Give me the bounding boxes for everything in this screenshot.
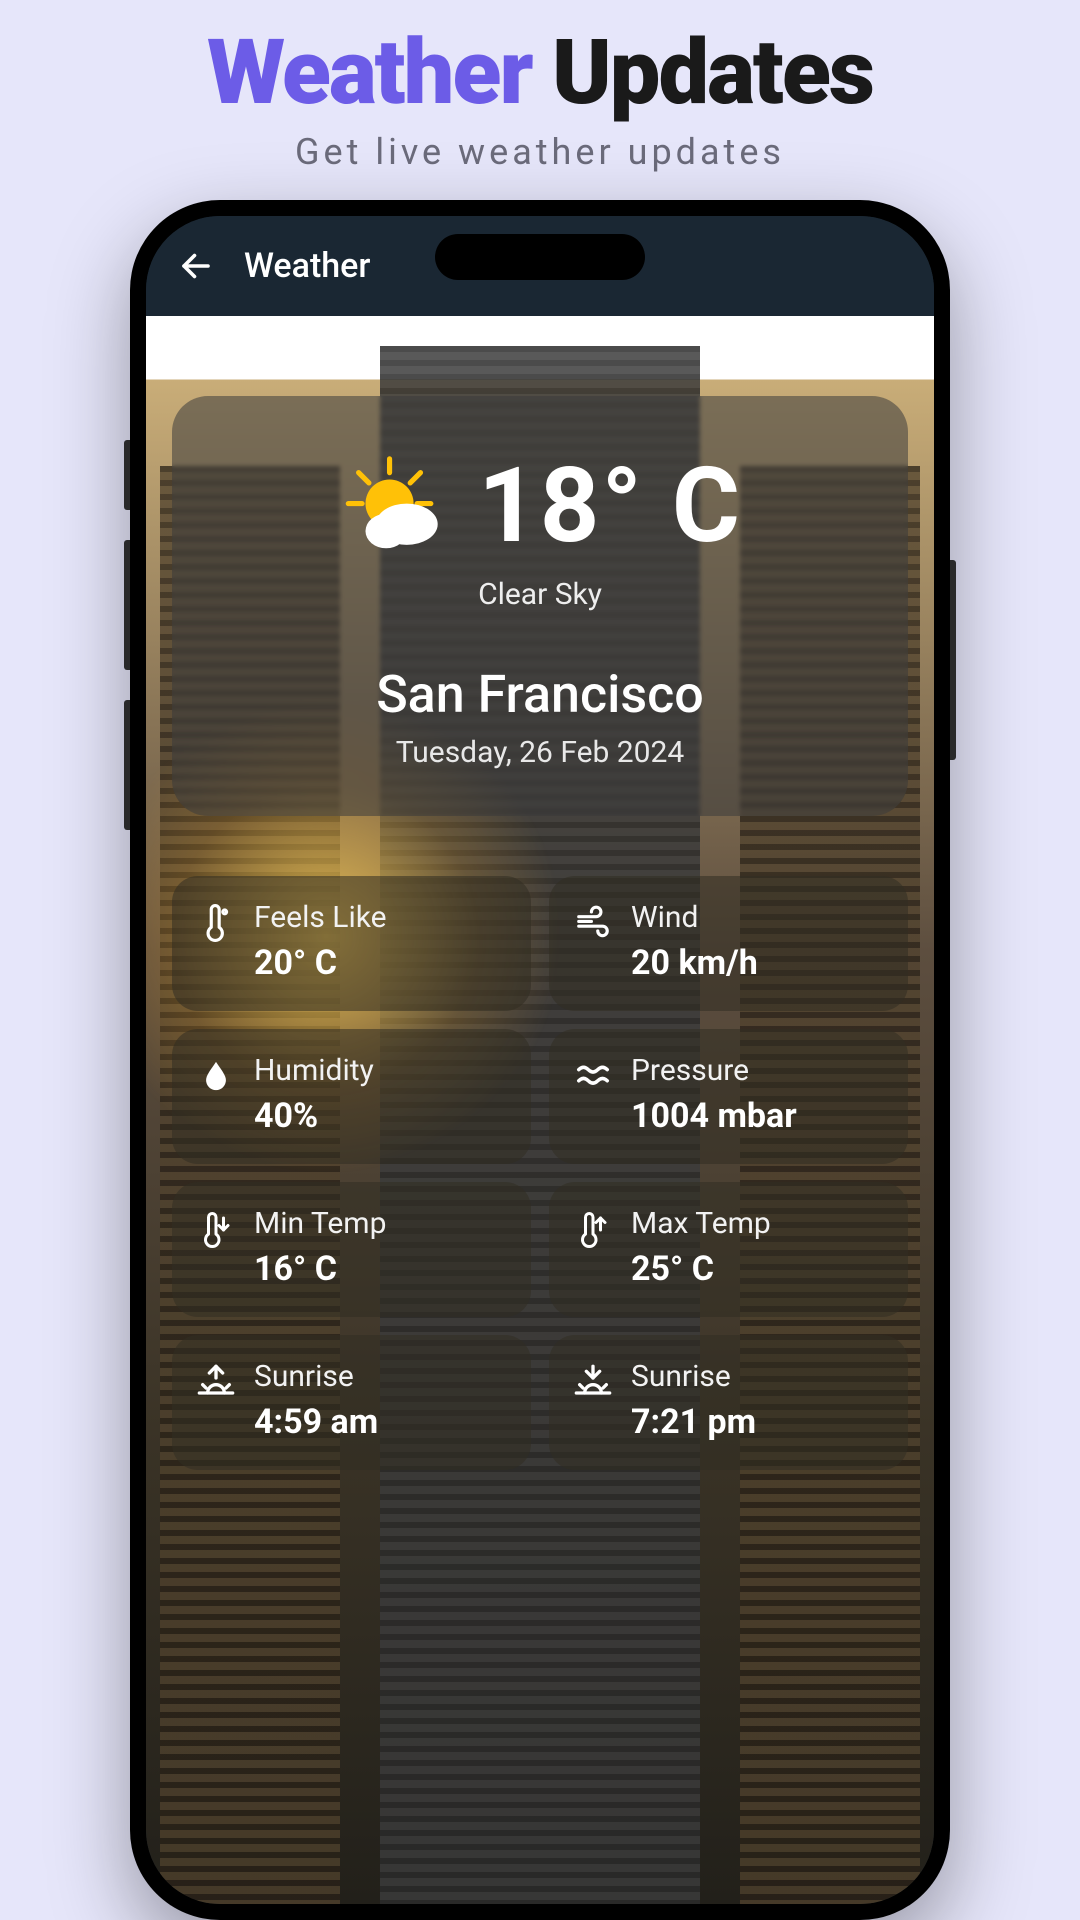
tile-label: Humidity xyxy=(254,1053,374,1088)
tile-humidity: Humidity 40% xyxy=(172,1029,531,1164)
tile-label: Sunrise xyxy=(254,1359,378,1394)
tile-max-temp: Max Temp 25° C xyxy=(549,1182,908,1317)
tile-sunrise: Sunrise 4:59 am xyxy=(172,1335,531,1470)
current-weather-card: 18° C Clear Sky San Francisco Tuesday, 2… xyxy=(172,396,908,816)
promo-title-accent: Weather xyxy=(207,20,532,125)
tile-value: 20° C xyxy=(254,943,387,983)
tile-value: 4:59 am xyxy=(254,1402,378,1442)
back-button[interactable] xyxy=(176,246,216,286)
tile-label: Max Temp xyxy=(631,1206,771,1241)
condition-text: Clear Sky xyxy=(202,577,878,612)
sunrise-icon xyxy=(194,1359,238,1403)
tile-feels-like: Feels Like 20° C xyxy=(172,876,531,1011)
weather-stats-grid: Feels Like 20° C Wind 20 km/h xyxy=(172,876,908,1470)
tile-value: 16° C xyxy=(254,1249,386,1289)
tile-value: 1004 mbar xyxy=(631,1096,797,1136)
phone-frame: Weather xyxy=(130,200,950,1920)
wind-icon xyxy=(571,900,615,942)
tile-value: 7:21 pm xyxy=(631,1402,756,1442)
temp-high-icon xyxy=(571,1206,615,1250)
tile-wind: Wind 20 km/h xyxy=(549,876,908,1011)
tile-label: Pressure xyxy=(631,1053,797,1088)
pressure-icon xyxy=(571,1053,615,1095)
temp-low-icon xyxy=(194,1206,238,1250)
date-text: Tuesday, 26 Feb 2024 xyxy=(202,735,878,770)
tile-value: 40% xyxy=(254,1096,374,1136)
tile-label: Wind xyxy=(631,900,758,935)
tile-label: Min Temp xyxy=(254,1206,386,1241)
tile-label: Feels Like xyxy=(254,900,387,935)
temperature-value: 18° C xyxy=(478,446,742,567)
promo-subtitle: Get live weather updates xyxy=(0,131,1080,173)
tile-min-temp: Min Temp 16° C xyxy=(172,1182,531,1317)
tile-pressure: Pressure 1004 mbar xyxy=(549,1029,908,1164)
droplet-icon xyxy=(194,1053,238,1095)
city-name: San Francisco xyxy=(202,664,878,725)
promo-title-dark: Updates xyxy=(552,20,873,125)
weather-content: 18° C Clear Sky San Francisco Tuesday, 2… xyxy=(146,316,934,1904)
tile-sunset: Sunrise 7:21 pm xyxy=(549,1335,908,1470)
thermometer-icon xyxy=(194,900,238,942)
phone-screen: Weather xyxy=(146,216,934,1904)
tile-value: 20 km/h xyxy=(631,943,758,983)
partly-cloudy-icon xyxy=(338,452,448,562)
sunset-icon xyxy=(571,1359,615,1403)
arrow-left-icon xyxy=(178,248,214,284)
promo-title: Weather Updates xyxy=(0,0,1080,125)
appbar-title: Weather xyxy=(244,246,370,286)
tile-value: 25° C xyxy=(631,1249,771,1289)
dynamic-island xyxy=(435,234,645,280)
tile-label: Sunrise xyxy=(631,1359,756,1394)
